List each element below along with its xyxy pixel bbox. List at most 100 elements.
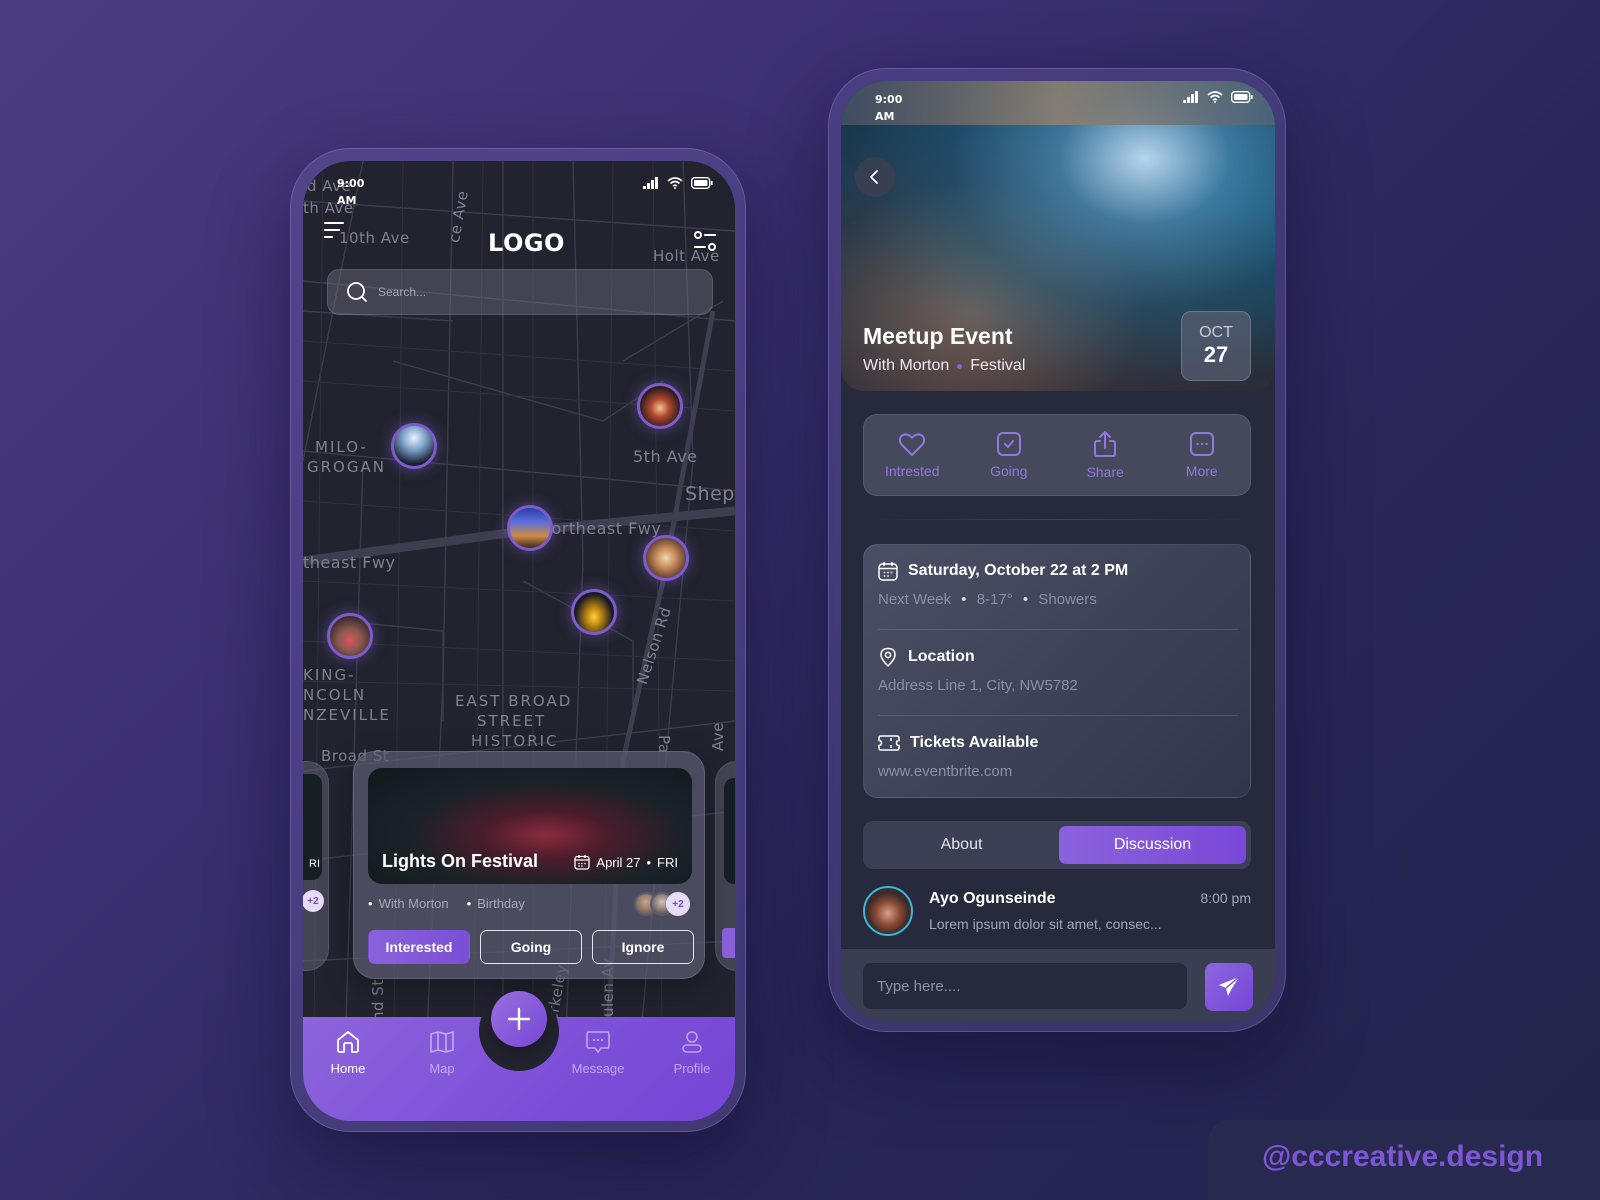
event-pin[interactable]	[327, 613, 373, 659]
going-button[interactable]: Going	[480, 930, 582, 964]
day-text: FRI	[657, 854, 678, 870]
nav-map[interactable]: Map	[407, 1029, 477, 1076]
card-image	[724, 778, 735, 884]
status-bar-bg	[841, 81, 1275, 125]
filter-icon[interactable]	[691, 227, 719, 255]
more-icon	[1189, 432, 1214, 456]
comment-time: 8:00 pm	[1200, 890, 1251, 906]
info-tickets[interactable]: Tickets Available www.eventbrite.com	[878, 733, 1238, 780]
wifi-icon	[667, 177, 683, 189]
nav-label: Profile	[673, 1061, 711, 1076]
ampm-text: AM	[337, 194, 357, 207]
more-action[interactable]: More	[1162, 431, 1242, 479]
watermark: @cccreative.design	[1262, 1140, 1544, 1173]
nav-label: Map	[429, 1061, 455, 1076]
add-event-button[interactable]	[491, 991, 547, 1047]
share-action[interactable]: Share	[1065, 430, 1145, 480]
search-bar[interactable]	[327, 269, 713, 315]
status-icons	[1183, 91, 1253, 103]
battery-icon	[1231, 91, 1253, 103]
carousel-card-prev[interactable]: RI +2	[303, 761, 329, 971]
attendee-avatars[interactable]: +2	[634, 892, 690, 916]
calendar-icon	[574, 855, 591, 870]
event-host: With Morton	[863, 357, 950, 374]
message-composer	[841, 949, 1275, 1021]
ticket-icon	[878, 735, 900, 751]
send-button[interactable]	[1205, 963, 1253, 1011]
ampm-text: AM	[875, 110, 895, 123]
status-bar: 9:00 AM	[303, 161, 735, 211]
tab-discussion[interactable]: Discussion	[1059, 826, 1246, 864]
calendar-icon	[878, 562, 898, 581]
location-title: Location	[908, 648, 975, 665]
event-pin[interactable]	[643, 535, 689, 581]
detail-screen: 9:00 AM Meetup Event With Morton Festiva…	[841, 81, 1275, 1021]
divider	[863, 519, 1251, 520]
map-label: 10th Ave	[339, 229, 410, 247]
interested-action[interactable]: Intrested	[872, 431, 952, 479]
tab-about[interactable]: About	[868, 826, 1055, 864]
map-label: Ave	[709, 722, 727, 751]
map-label: MILO-	[315, 438, 368, 456]
message-input[interactable]	[863, 963, 1187, 1009]
carousel-card-next[interactable]	[715, 761, 735, 971]
map-label: NCOLN	[303, 686, 367, 704]
comment-item[interactable]: Ayo Ogunseinde 8:00 pm Lorem ipsum dolor…	[863, 886, 1251, 938]
search-input[interactable]	[378, 285, 698, 299]
info-location[interactable]: Location Address Line 1, City, NW5782	[878, 647, 1238, 694]
time-text: 9:00	[337, 177, 365, 190]
ignore-button[interactable]: Ignore	[592, 930, 694, 964]
event-category: Festival	[970, 357, 1026, 374]
map-label: KING-	[303, 666, 356, 684]
nav-message[interactable]: Message	[563, 1029, 633, 1076]
home-icon	[337, 1031, 359, 1053]
info-datetime: Saturday, October 22 at 2 PM Next Week •…	[878, 561, 1238, 608]
signal-icon	[643, 177, 658, 189]
map-label: theast Fwy	[303, 553, 396, 572]
comment-text: Lorem ipsum dolor sit amet, consec...	[929, 916, 1162, 932]
card-button[interactable]	[722, 928, 735, 958]
attendee-count: +2	[666, 892, 690, 916]
phone-map-screen: d Ave th Ave 10th Ave ce Ave Holt Ave MI…	[290, 148, 746, 1132]
nav-profile[interactable]: Profile	[657, 1029, 727, 1076]
map-icon	[430, 1031, 454, 1053]
nav-label: Home	[330, 1061, 366, 1076]
interested-button[interactable]: Interested	[368, 930, 470, 964]
map-label: NZEVILLE	[303, 706, 391, 724]
going-action[interactable]: Going	[969, 431, 1049, 479]
event-image: Lights On Festival April 27 • FRI	[368, 768, 692, 884]
heart-icon	[899, 433, 926, 456]
divider	[878, 715, 1238, 716]
phone-detail-screen: 9:00 AM Meetup Event With Morton Festiva…	[828, 68, 1286, 1032]
map-label: Northeast Fwy	[539, 519, 662, 538]
chevron-left-icon	[870, 170, 878, 184]
tickets-link[interactable]: www.eventbrite.com	[878, 763, 1238, 780]
map-label: EAST BROAD	[455, 692, 573, 710]
event-pin[interactable]	[571, 589, 617, 635]
signal-icon	[1183, 91, 1198, 103]
card-day: RI	[309, 858, 320, 870]
back-button[interactable]	[855, 157, 895, 197]
share-icon	[1094, 431, 1117, 457]
event-subtitle: With Morton Festival	[863, 357, 1025, 375]
dot-separator	[957, 363, 963, 369]
event-pin[interactable]	[391, 423, 437, 469]
action-label: Going	[990, 463, 1028, 479]
wifi-icon	[1207, 91, 1223, 103]
nav-home[interactable]: Home	[313, 1029, 383, 1076]
temperature-text: 8-17°	[976, 591, 1013, 608]
date-badge: OCT 27	[1181, 311, 1251, 381]
datetime-text: Saturday, October 22 at 2 PM	[908, 562, 1129, 579]
send-icon	[1219, 976, 1240, 996]
event-title: Lights On Festival	[382, 851, 539, 871]
menu-icon[interactable]	[323, 219, 345, 241]
event-card[interactable]: Lights On Festival April 27 • FRI With M…	[353, 751, 705, 979]
map-label: 5th Ave	[633, 447, 698, 466]
status-time: 9:00 AM	[337, 175, 364, 209]
map-label: GROGAN	[307, 458, 386, 476]
event-pin[interactable]	[637, 383, 683, 429]
date-month: OCT	[1199, 324, 1233, 341]
plus-icon	[507, 1007, 531, 1031]
message-icon	[586, 1031, 610, 1054]
event-pin[interactable]	[507, 505, 553, 551]
